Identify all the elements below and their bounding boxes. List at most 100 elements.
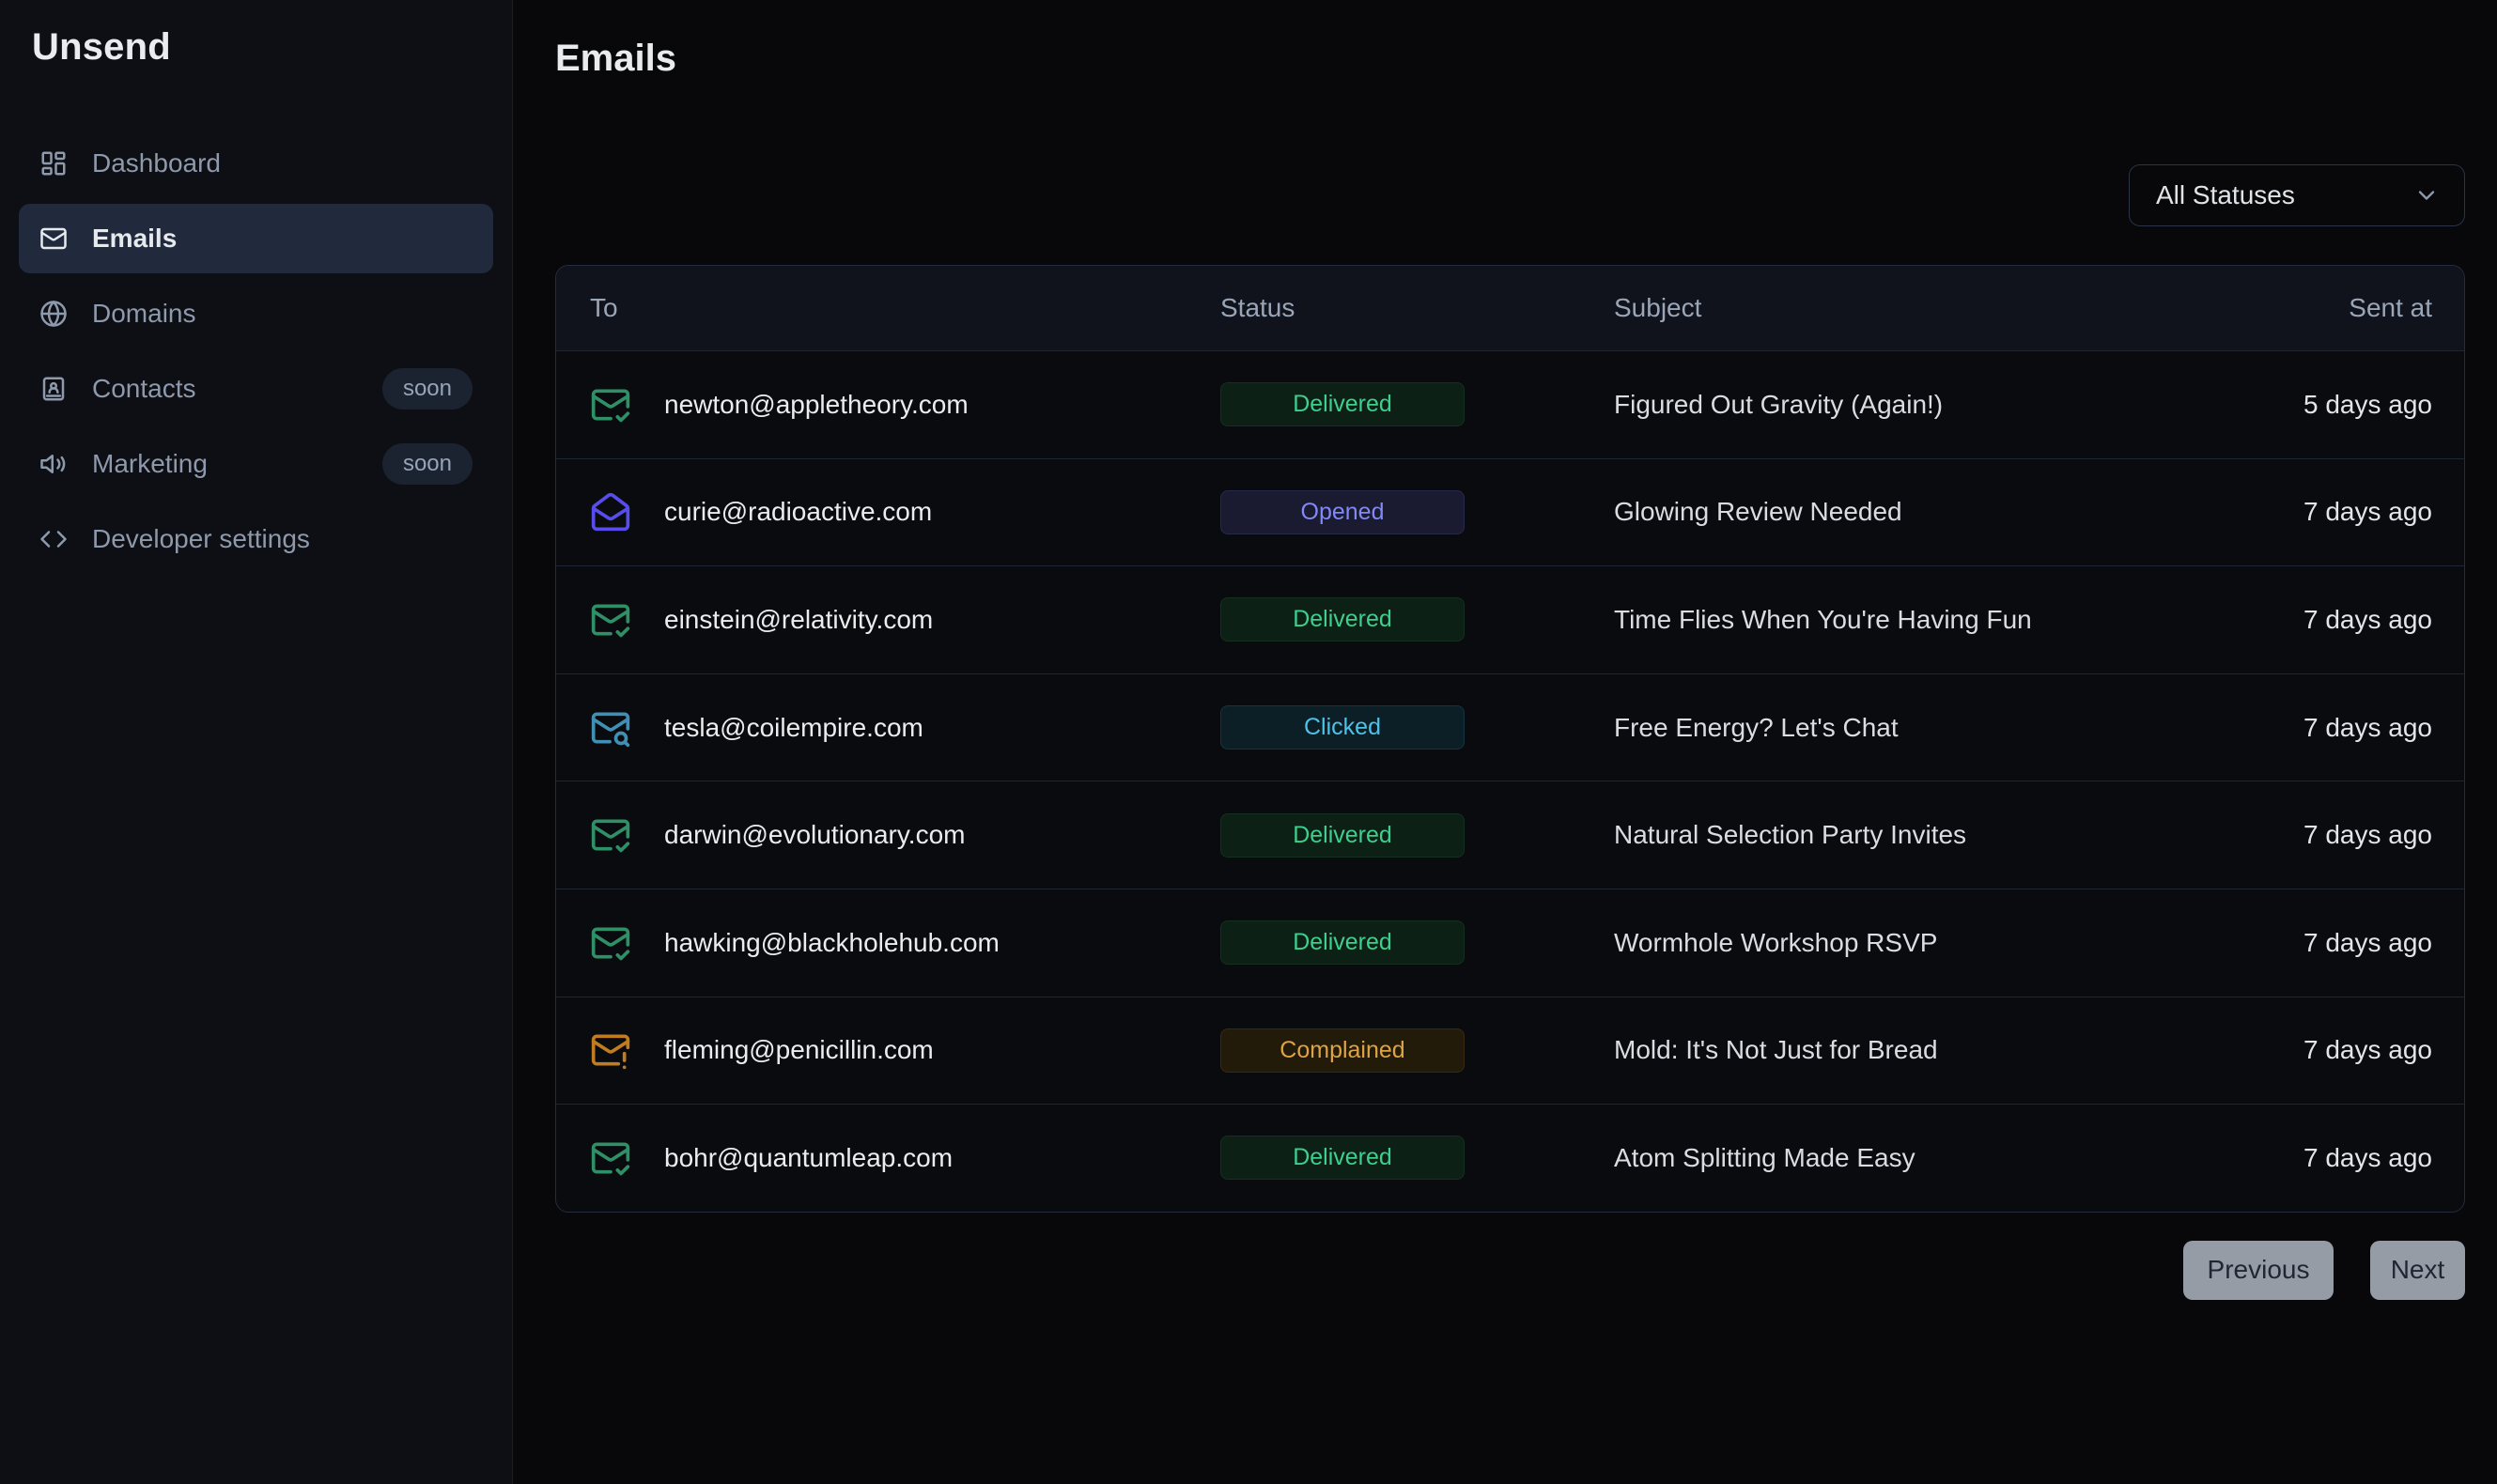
- table-header-row: ToStatusSubjectSent at: [556, 266, 2464, 350]
- sent-at-cell: 7 days ago: [2182, 820, 2464, 850]
- status-cell: Delivered: [1220, 813, 1614, 858]
- sidebar-item-label: Contacts: [92, 374, 196, 404]
- sidebar-item-label: Marketing: [92, 449, 208, 479]
- table-row[interactable]: newton@appletheory.com DeliveredFigured O…: [556, 350, 2464, 458]
- status-cell: Opened: [1220, 490, 1614, 534]
- sidebar-item-label: Developer settings: [92, 524, 310, 554]
- sent-at-cell: 7 days ago: [2182, 713, 2464, 743]
- recipient-email: hawking@blackholehub.com: [664, 928, 1000, 958]
- subject-cell: Natural Selection Party Invites: [1614, 820, 2182, 850]
- status-filter-dropdown[interactable]: All Statuses: [2129, 164, 2465, 226]
- to-cell: fleming@penicillin.com: [556, 1029, 1220, 1071]
- mail-warning-icon: [590, 1029, 631, 1071]
- subject-cell: Wormhole Workshop RSVP: [1614, 928, 2182, 958]
- sidebar-item-domains[interactable]: Domains: [19, 279, 493, 348]
- column-header-subject: Subject: [1614, 293, 2182, 323]
- globe-icon: [39, 300, 68, 328]
- sidebar: Unsend Dashboard Emails Domains Contacts soo…: [0, 0, 513, 1484]
- sidebar-item-dashboard[interactable]: Dashboard: [19, 129, 493, 198]
- recipient-email: newton@appletheory.com: [664, 390, 969, 420]
- sidebar-item-marketing[interactable]: Marketing soon: [19, 429, 493, 499]
- previous-page-button[interactable]: Previous: [2183, 1241, 2334, 1300]
- to-cell: tesla@coilempire.com: [556, 707, 1220, 749]
- mail-check-icon: [590, 599, 631, 641]
- main-content: Emails All Statuses ToStatusSubjectSent …: [513, 0, 2497, 1484]
- sidebar-item-label: Domains: [92, 299, 195, 329]
- status-filter-value: All Statuses: [2156, 180, 2295, 210]
- sidebar-item-label: Dashboard: [92, 148, 221, 178]
- to-cell: darwin@evolutionary.com: [556, 814, 1220, 856]
- status-cell: Clicked: [1220, 705, 1614, 750]
- next-page-button[interactable]: Next: [2370, 1241, 2465, 1300]
- table-row[interactable]: bohr@quantumleap.com Delivered Atom Splitt…: [556, 1104, 2464, 1212]
- sent-at-cell: 7 days ago: [2182, 497, 2464, 527]
- mail-icon: [39, 224, 68, 253]
- mail-open-icon: [590, 491, 631, 533]
- status-badge: Delivered: [1220, 813, 1465, 858]
- megaphone-icon: [39, 450, 68, 478]
- mail-check-icon: [590, 922, 631, 964]
- to-cell: curie@radioactive.com: [556, 491, 1220, 533]
- column-header-sent-at: Sent at: [2182, 293, 2464, 323]
- subject-cell: Atom Splitting Made Easy: [1614, 1143, 2182, 1173]
- table-row[interactable]: hawking@blackholehub.com Delivered Wormhol…: [556, 889, 2464, 997]
- code-icon: [39, 525, 68, 553]
- table-row[interactable]: darwin@evolutionary.com Delivered Natural …: [556, 781, 2464, 889]
- soon-badge: soon: [382, 443, 473, 485]
- mail-search-icon: [590, 707, 631, 749]
- sent-at-cell: 7 days ago: [2182, 928, 2464, 958]
- table-row[interactable]: fleming@penicillin.com Complained Mold: It…: [556, 997, 2464, 1105]
- sent-at-cell: 7 days ago: [2182, 605, 2464, 635]
- app-title: Unsend: [32, 26, 493, 69]
- sidebar-item-contacts[interactable]: Contacts soon: [19, 354, 493, 424]
- sent-at-cell: 7 days ago: [2182, 1143, 2464, 1173]
- to-cell: einstein@relativity.com: [556, 599, 1220, 641]
- recipient-email: bohr@quantumleap.com: [664, 1143, 953, 1173]
- recipient-email: fleming@penicillin.com: [664, 1035, 934, 1065]
- status-badge: Complained: [1220, 1028, 1465, 1073]
- status-cell: Complained: [1220, 1028, 1614, 1073]
- table-row[interactable]: curie@radioactive.com Opened Glowing Revie…: [556, 458, 2464, 566]
- to-cell: bohr@quantumleap.com: [556, 1137, 1220, 1179]
- recipient-email: darwin@evolutionary.com: [664, 820, 965, 850]
- chevron-down-icon: [2413, 182, 2440, 209]
- mail-check-icon: [590, 1137, 631, 1179]
- status-badge: Delivered: [1220, 1136, 1465, 1180]
- to-cell: hawking@blackholehub.com: [556, 922, 1220, 964]
- status-badge: Opened: [1220, 490, 1465, 534]
- page-title: Emails: [555, 38, 2465, 80]
- mail-check-icon: [590, 814, 631, 856]
- subject-cell: Mold: It's Not Just for Bread: [1614, 1035, 2182, 1065]
- sidebar-item-emails[interactable]: Emails: [19, 204, 493, 273]
- sidebar-item-label: Emails: [92, 224, 177, 254]
- table-row[interactable]: einstein@relativity.com Delivered Time Fli…: [556, 565, 2464, 673]
- toolbar: All Statuses: [555, 164, 2465, 226]
- status-cell: Delivered: [1220, 920, 1614, 965]
- table-row[interactable]: tesla@coilempire.com ClickedFree Energy? …: [556, 673, 2464, 781]
- sent-at-cell: 5 days ago: [2182, 390, 2464, 420]
- status-cell: Delivered: [1220, 597, 1614, 642]
- pagination: Previous Next: [555, 1241, 2465, 1300]
- table-body: newton@appletheory.comDeliveredFigured O…: [556, 350, 2464, 1212]
- status-cell: Delivered: [1220, 382, 1614, 426]
- soon-badge: soon: [382, 368, 473, 410]
- subject-cell: Figured Out Gravity (Again!): [1614, 390, 2182, 420]
- contacts-icon: [39, 375, 68, 403]
- subject-cell: Free Energy? Let's Chat: [1614, 713, 2182, 743]
- sidebar-nav: DashboardEmailsDomainsContactssoonMarket…: [19, 129, 493, 574]
- status-badge: Delivered: [1220, 920, 1465, 965]
- subject-cell: Glowing Review Needed: [1614, 497, 2182, 527]
- emails-table: ToStatusSubjectSent at newton@appletheor…: [555, 265, 2465, 1213]
- sidebar-item-developer-settings[interactable]: Developer settings: [19, 504, 493, 574]
- dashboard-icon: [39, 149, 68, 178]
- mail-check-icon: [590, 384, 631, 425]
- recipient-email: tesla@coilempire.com: [664, 713, 923, 743]
- sent-at-cell: 7 days ago: [2182, 1035, 2464, 1065]
- recipient-email: curie@radioactive.com: [664, 497, 932, 527]
- recipient-email: einstein@relativity.com: [664, 605, 933, 635]
- status-cell: Delivered: [1220, 1136, 1614, 1180]
- column-header-to: To: [556, 293, 1220, 323]
- column-header-status: Status: [1220, 293, 1614, 323]
- status-badge: Delivered: [1220, 597, 1465, 642]
- subject-cell: Time Flies When You're Having Fun: [1614, 605, 2182, 635]
